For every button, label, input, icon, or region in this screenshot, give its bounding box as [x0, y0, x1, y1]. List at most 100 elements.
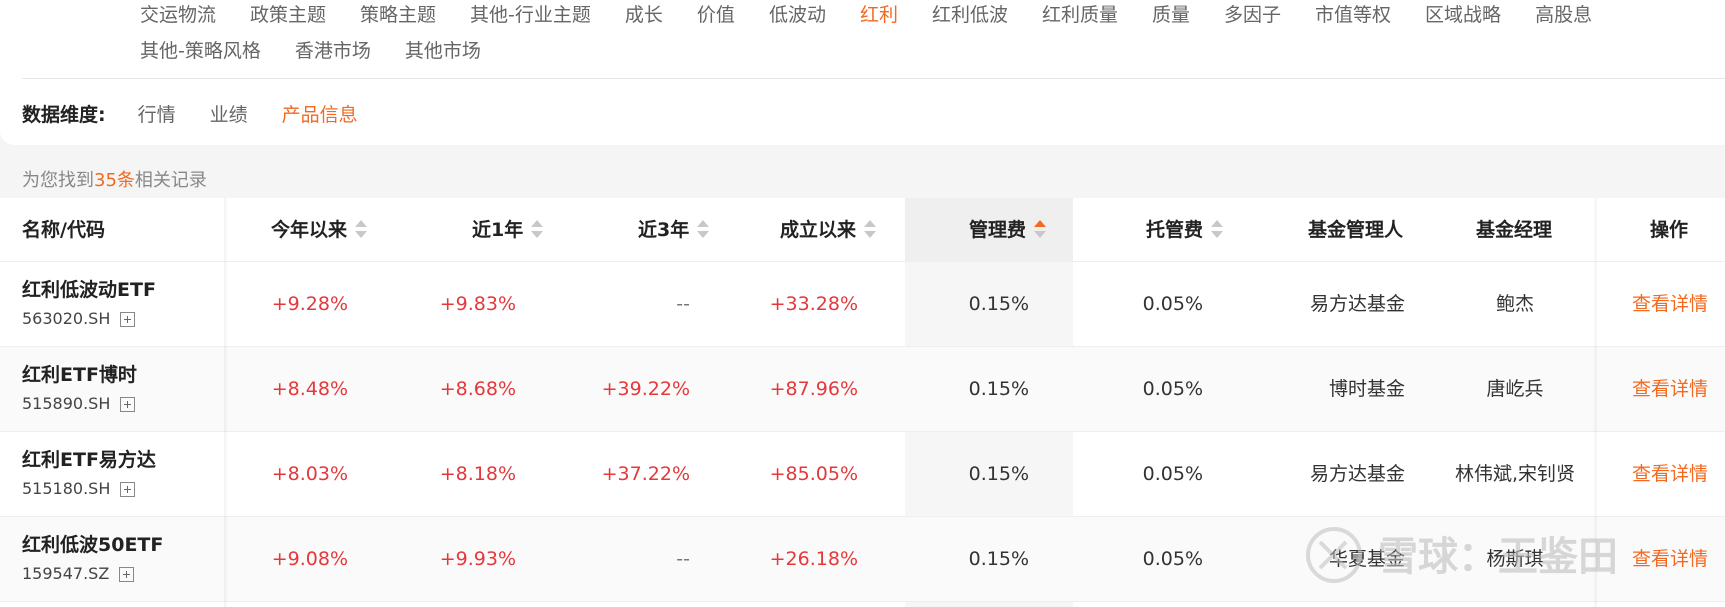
header-1y[interactable]: 近1年 [472, 198, 544, 262]
fund-name[interactable]: 红利ETF博时 [22, 362, 137, 388]
cell-manager: 易方达基金 [1309, 463, 1405, 485]
table-row[interactable]: 红利ETF易方达 515180.SH +8.03% +8.18% +37.22% +85.… [0, 432, 1725, 517]
header-custody-fee[interactable]: 托管费 [1146, 198, 1224, 262]
cell-ytd: +8.03% [271, 463, 348, 485]
view-detail-link[interactable]: 查看详情 [1632, 262, 1708, 347]
result-prefix: 为您找到 [22, 170, 94, 191]
fund-name-cell: 红利低波动ETF 563020.SH [22, 277, 156, 329]
fund-name-cell: 红利低波50ETF 159547.SZ [22, 532, 163, 584]
sort-icon[interactable] [355, 219, 368, 239]
cell-y1: +9.83% [439, 293, 516, 315]
category-tab[interactable]: 香港市场 [295, 36, 371, 63]
cell-ytd: +9.08% [271, 548, 348, 570]
table-row[interactable]: 红利低波动ETF 563020.SH +9.28% +9.83% -- +33.28% 0.… [0, 262, 1725, 347]
cell-custody-fee: 0.05% [1142, 463, 1203, 485]
view-detail-link[interactable]: 查看详情 [1632, 432, 1708, 517]
table-header: 名称/代码 今年以来 近1年 近3年 成立以来 管理费 托管费 基金管理人 基金… [0, 198, 1725, 262]
cell-y3: -- [676, 548, 690, 570]
fund-name-cell: 红利ETF易方达 515180.SH [22, 447, 156, 499]
view-detail-link[interactable]: 查看详情 [1632, 347, 1708, 432]
header-since-inception[interactable]: 成立以来 [780, 198, 877, 262]
category-row-2: 其他-策略风格 香港市场 其他市场 [140, 36, 515, 63]
sort-icon[interactable] [697, 219, 710, 239]
header-fund-company: 基金管理人 [1308, 219, 1404, 241]
add-watchlist-icon[interactable] [120, 311, 136, 327]
sort-icon[interactable] [864, 219, 877, 239]
cell-custody-fee: 0.05% [1142, 548, 1203, 570]
filter-panel: 交运物流 政策主题 策略主题 其他-行业主题 成长 价值 低波动 红利 红利低波 红利质量 质量 多因… [0, 0, 1725, 145]
fund-code: 515890.SH [22, 394, 111, 413]
category-tab[interactable]: 其他-策略风格 [140, 36, 261, 63]
fund-name-cell: 红利ETF博时 515890.SH [22, 362, 137, 414]
cell-y1: +8.18% [439, 463, 516, 485]
cell-ytd: +8.48% [271, 378, 348, 400]
category-tab[interactable]: 交运物流 [140, 0, 216, 27]
dimension-row: 数据维度: 行情 业绩 产品信息 [22, 100, 392, 127]
result-suffix: 相关记录 [134, 170, 207, 191]
header-action: 操作 [1650, 219, 1689, 241]
category-tab[interactable]: 多因子 [1224, 0, 1281, 27]
add-watchlist-icon[interactable] [119, 566, 135, 582]
filter-divider [22, 78, 1725, 79]
cell-pm: 鲍杰 [1495, 293, 1534, 315]
category-tab[interactable]: 低波动 [769, 0, 826, 27]
header-management-fee[interactable]: 管理费 [969, 198, 1047, 262]
header-name: 名称/代码 [22, 219, 105, 241]
category-tab[interactable]: 区域战略 [1425, 0, 1501, 27]
fund-name[interactable]: 红利低波动ETF [22, 277, 156, 303]
cell-since: +87.96% [769, 378, 858, 400]
dimension-option[interactable]: 业绩 [210, 100, 248, 127]
fund-name[interactable]: 红利低波50ETF [22, 532, 163, 558]
result-count: 为您找到35条相关记录 [22, 166, 207, 192]
category-tab[interactable]: 红利低波 [932, 0, 1008, 27]
sort-asc-icon[interactable] [1034, 219, 1047, 239]
category-tab[interactable]: 质量 [1152, 0, 1190, 27]
result-count-value: 35条 [94, 170, 135, 191]
category-tab[interactable]: 红利 [860, 0, 898, 27]
cell-manager: 易方达基金 [1309, 293, 1405, 315]
cell-mgmt-fee: 0.15% [968, 548, 1029, 570]
cell-y1: +9.93% [439, 548, 516, 570]
cell-mgmt-fee: 0.15% [968, 293, 1029, 315]
fund-name[interactable]: 红利ETF易方达 [22, 447, 156, 473]
fund-code: 159547.SZ [22, 564, 110, 583]
cell-mgmt-fee: 0.15% [968, 463, 1029, 485]
add-watchlist-icon[interactable] [120, 481, 136, 497]
header-ytd[interactable]: 今年以来 [271, 198, 368, 262]
cell-manager: 华夏基金 [1328, 548, 1405, 570]
category-tab[interactable]: 策略主题 [360, 0, 436, 27]
view-detail-link[interactable]: 查看详情 [1632, 517, 1708, 602]
cell-ytd: +9.28% [271, 293, 348, 315]
category-tab[interactable]: 政策主题 [250, 0, 326, 27]
cell-mgmt-fee: 0.15% [968, 378, 1029, 400]
cell-y3: +37.22% [601, 463, 690, 485]
cell-pm: 林伟斌,宋钊贤 [1454, 463, 1576, 485]
cell-since: +85.05% [769, 463, 858, 485]
cell-since: +33.28% [769, 293, 858, 315]
category-tab[interactable]: 红利质量 [1042, 0, 1118, 27]
add-watchlist-icon[interactable] [120, 396, 136, 412]
table-row[interactable]: 红利低波50ETF 159547.SZ +9.08% +9.93% -- +26.18% 0… [0, 517, 1725, 602]
category-tab[interactable]: 价值 [697, 0, 735, 27]
sort-icon[interactable] [531, 219, 544, 239]
category-row-1: 交运物流 政策主题 策略主题 其他-行业主题 成长 价值 低波动 红利 红利低波 红利质量 质量 多因… [140, 0, 1626, 27]
fund-code: 563020.SH [22, 309, 111, 328]
category-tab[interactable]: 市值等权 [1315, 0, 1391, 27]
sort-icon[interactable] [1211, 219, 1224, 239]
dimension-option[interactable]: 产品信息 [282, 100, 358, 127]
category-tab[interactable]: 高股息 [1535, 0, 1592, 27]
category-tab[interactable]: 成长 [625, 0, 663, 27]
cell-since: +26.18% [769, 548, 858, 570]
cell-manager: 博时基金 [1328, 378, 1405, 400]
cell-y3: +39.22% [601, 378, 690, 400]
category-tab[interactable]: 其他-行业主题 [470, 0, 591, 27]
category-tab[interactable]: 其他市场 [405, 36, 481, 63]
cell-pm: 杨斯琪 [1486, 548, 1544, 570]
fixed-column-shadow [1593, 198, 1597, 607]
table-row[interactable]: 红利ETF博时 515890.SH +8.48% +8.68% +39.22% +87.9… [0, 347, 1725, 432]
dimension-option[interactable]: 行情 [138, 100, 176, 127]
cell-pm: 唐屹兵 [1486, 378, 1544, 400]
cell-custody-fee: 0.05% [1142, 293, 1203, 315]
cell-y3: -- [676, 293, 690, 315]
header-3y[interactable]: 近3年 [638, 198, 710, 262]
